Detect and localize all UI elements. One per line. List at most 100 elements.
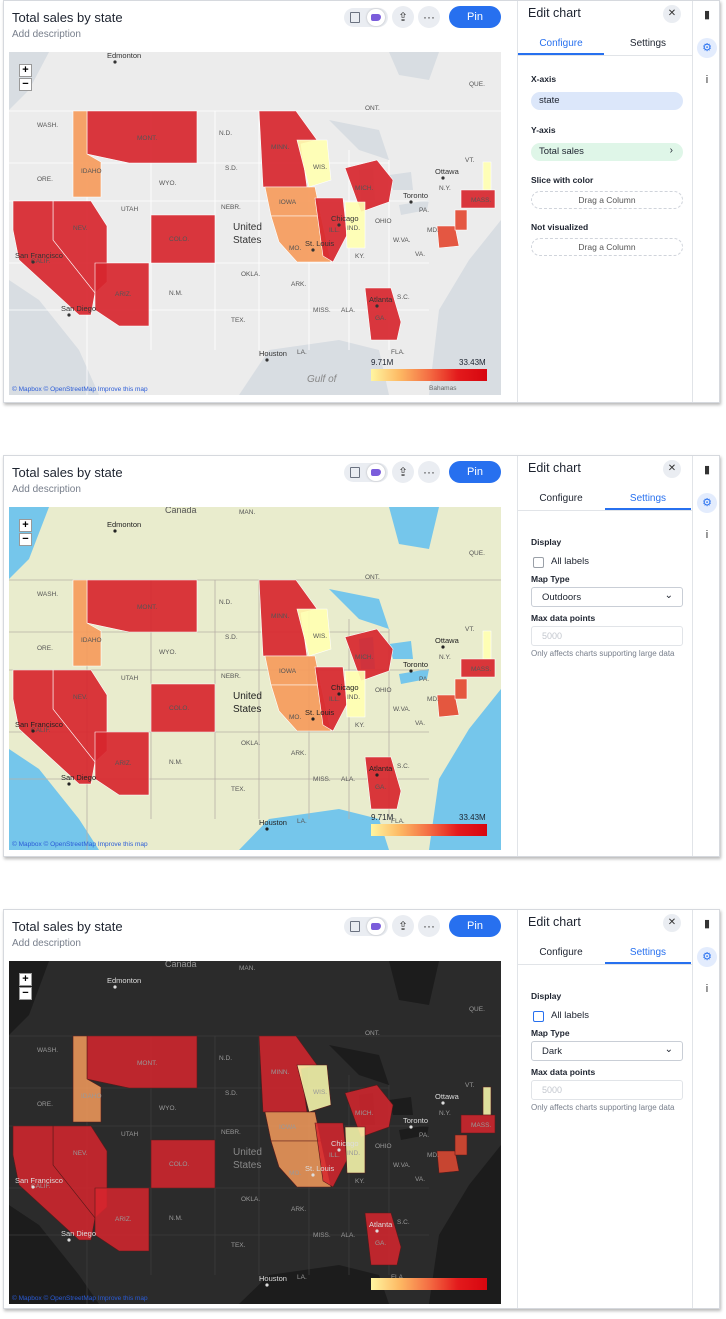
share-button[interactable]: ⇪ bbox=[392, 6, 414, 28]
settings-button[interactable]: ⚙ bbox=[697, 38, 717, 58]
zoom-out-button[interactable]: − bbox=[19, 78, 32, 91]
tab-settings[interactable]: Settings bbox=[605, 947, 691, 958]
add-description[interactable]: Add description bbox=[12, 484, 81, 495]
not-visualized-dropzone[interactable]: Drag a Column bbox=[531, 238, 683, 256]
table-icon[interactable] bbox=[350, 12, 360, 23]
more-button[interactable]: ··· bbox=[418, 915, 440, 937]
state-label: FLA. bbox=[391, 349, 405, 356]
state-vt[interactable] bbox=[482, 161, 492, 191]
info-button[interactable]: i bbox=[697, 70, 717, 90]
map-icon[interactable] bbox=[367, 918, 385, 935]
settings-button[interactable]: ⚙ bbox=[697, 947, 717, 967]
city-dot bbox=[441, 1101, 445, 1105]
state-label: ILL. bbox=[329, 1152, 340, 1159]
state-label: WASH. bbox=[37, 1047, 58, 1054]
state-nj[interactable] bbox=[454, 678, 468, 700]
share-button[interactable]: ⇪ bbox=[392, 461, 414, 483]
info-button[interactable]: i bbox=[697, 525, 717, 545]
tab-configure[interactable]: Configure bbox=[518, 493, 604, 504]
map-canvas[interactable]: WASH. ORE. IDAHO MONT. WYO. NEV. UTAH COLO. CALI… bbox=[9, 52, 501, 395]
y-axis-chip[interactable]: Total sales › bbox=[531, 143, 683, 161]
close-button[interactable]: ✕ bbox=[663, 914, 681, 932]
zoom-out-button[interactable]: − bbox=[19, 533, 32, 546]
max-points-input[interactable]: 5000 bbox=[531, 1080, 683, 1100]
all-labels-checkbox[interactable] bbox=[533, 1011, 544, 1022]
view-toggle[interactable] bbox=[344, 463, 388, 482]
chart-title[interactable]: Total sales by state bbox=[12, 465, 123, 480]
bahamas-label: Bahamas bbox=[429, 385, 457, 392]
pin-button[interactable]: Pin bbox=[449, 461, 501, 483]
all-labels-checkbox[interactable] bbox=[533, 557, 544, 568]
view-toggle[interactable] bbox=[344, 8, 388, 27]
state-label: MONT. bbox=[137, 135, 157, 142]
zoom-out-button[interactable]: − bbox=[19, 987, 32, 1000]
zoom-in-button[interactable]: + bbox=[19, 973, 32, 986]
city-dot bbox=[265, 358, 269, 362]
table-icon[interactable] bbox=[350, 921, 360, 932]
settings-button[interactable]: ⚙ bbox=[697, 493, 717, 513]
map-attribution[interactable]: © Mapbox © OpenStreetMap Improve this ma… bbox=[12, 841, 148, 848]
more-button[interactable]: ··· bbox=[418, 6, 440, 28]
state-label: KY. bbox=[355, 253, 365, 260]
state-nj[interactable] bbox=[454, 1134, 468, 1156]
state-label: TEX. bbox=[231, 317, 246, 324]
map-canvas[interactable]: WASH. ORE. IDAHO MONT. WYO. NEV. UTAH COLO. CALI… bbox=[9, 961, 501, 1304]
map-icon[interactable] bbox=[367, 464, 385, 481]
state-label: S.C. bbox=[397, 294, 410, 301]
zoom-in-button[interactable]: + bbox=[19, 519, 32, 532]
map-type-select[interactable]: Dark ⌄ bbox=[531, 1041, 683, 1061]
more-button[interactable]: ··· bbox=[418, 461, 440, 483]
state-label: W.VA. bbox=[393, 706, 411, 713]
tab-configure[interactable]: Configure bbox=[518, 947, 604, 958]
state-label: MD. bbox=[427, 1152, 439, 1159]
tab-settings[interactable]: Settings bbox=[605, 493, 691, 504]
state-label: ILL. bbox=[329, 227, 340, 234]
city-label: St. Louis bbox=[305, 708, 334, 717]
pin-button[interactable]: Pin bbox=[449, 915, 501, 937]
map-attribution[interactable]: © Mapbox © OpenStreetMap Improve this ma… bbox=[12, 1295, 148, 1302]
chart-title[interactable]: Total sales by state bbox=[12, 919, 123, 934]
map-attribution[interactable]: © Mapbox © OpenStreetMap Improve this ma… bbox=[12, 386, 148, 393]
chart-type-button[interactable]: ▮ bbox=[697, 914, 717, 934]
add-description[interactable]: Add description bbox=[12, 29, 81, 40]
add-description[interactable]: Add description bbox=[12, 938, 81, 949]
state-nj[interactable] bbox=[454, 209, 468, 231]
close-button[interactable]: ✕ bbox=[663, 5, 681, 23]
city-label: St. Louis bbox=[305, 1164, 334, 1173]
state-label: NEBR. bbox=[221, 204, 241, 211]
city-label: San Francisco bbox=[15, 720, 63, 729]
tab-divider bbox=[518, 55, 693, 56]
state-label: ARIZ. bbox=[115, 291, 132, 298]
zoom-in-button[interactable]: + bbox=[19, 64, 32, 77]
slice-color-dropzone[interactable]: Drag a Column bbox=[531, 191, 683, 209]
state-label: IND. bbox=[347, 1150, 360, 1157]
state-vt[interactable] bbox=[482, 630, 492, 660]
close-button[interactable]: ✕ bbox=[663, 460, 681, 478]
tab-configure[interactable]: Configure bbox=[518, 38, 604, 49]
state-vt[interactable] bbox=[482, 1086, 492, 1116]
pin-button[interactable]: Pin bbox=[449, 6, 501, 28]
info-button[interactable]: i bbox=[697, 979, 717, 999]
state-label: ARIZ. bbox=[115, 760, 132, 767]
view-toggle[interactable] bbox=[344, 917, 388, 936]
tab-divider bbox=[518, 964, 693, 965]
map-type-value: Dark bbox=[542, 1046, 563, 1057]
max-points-hint: Only affects charts supporting large dat… bbox=[531, 1103, 675, 1112]
max-points-input[interactable]: 5000 bbox=[531, 626, 683, 646]
map-icon[interactable] bbox=[367, 9, 385, 26]
share-button[interactable]: ⇪ bbox=[392, 915, 414, 937]
x-axis-chip[interactable]: state bbox=[531, 92, 683, 110]
chart-type-button[interactable]: ▮ bbox=[697, 460, 717, 480]
state-label: ARIZ. bbox=[115, 1216, 132, 1223]
chart-type-button[interactable]: ▮ bbox=[697, 5, 717, 25]
chart-title[interactable]: Total sales by state bbox=[12, 10, 123, 25]
city-dot bbox=[375, 773, 379, 777]
state-label: N.D. bbox=[219, 1055, 232, 1062]
city-label: Atlanta bbox=[369, 295, 393, 304]
table-icon[interactable] bbox=[350, 467, 360, 478]
map-type-select[interactable]: Outdoors ⌄ bbox=[531, 587, 683, 607]
tab-settings[interactable]: Settings bbox=[605, 38, 691, 49]
map-canvas[interactable]: WASH. ORE. IDAHO MONT. WYO. NEV. UTAH COLO. CALI… bbox=[9, 507, 501, 850]
city-label: Ottawa bbox=[435, 636, 460, 645]
chart-icon: ▮ bbox=[703, 918, 711, 930]
